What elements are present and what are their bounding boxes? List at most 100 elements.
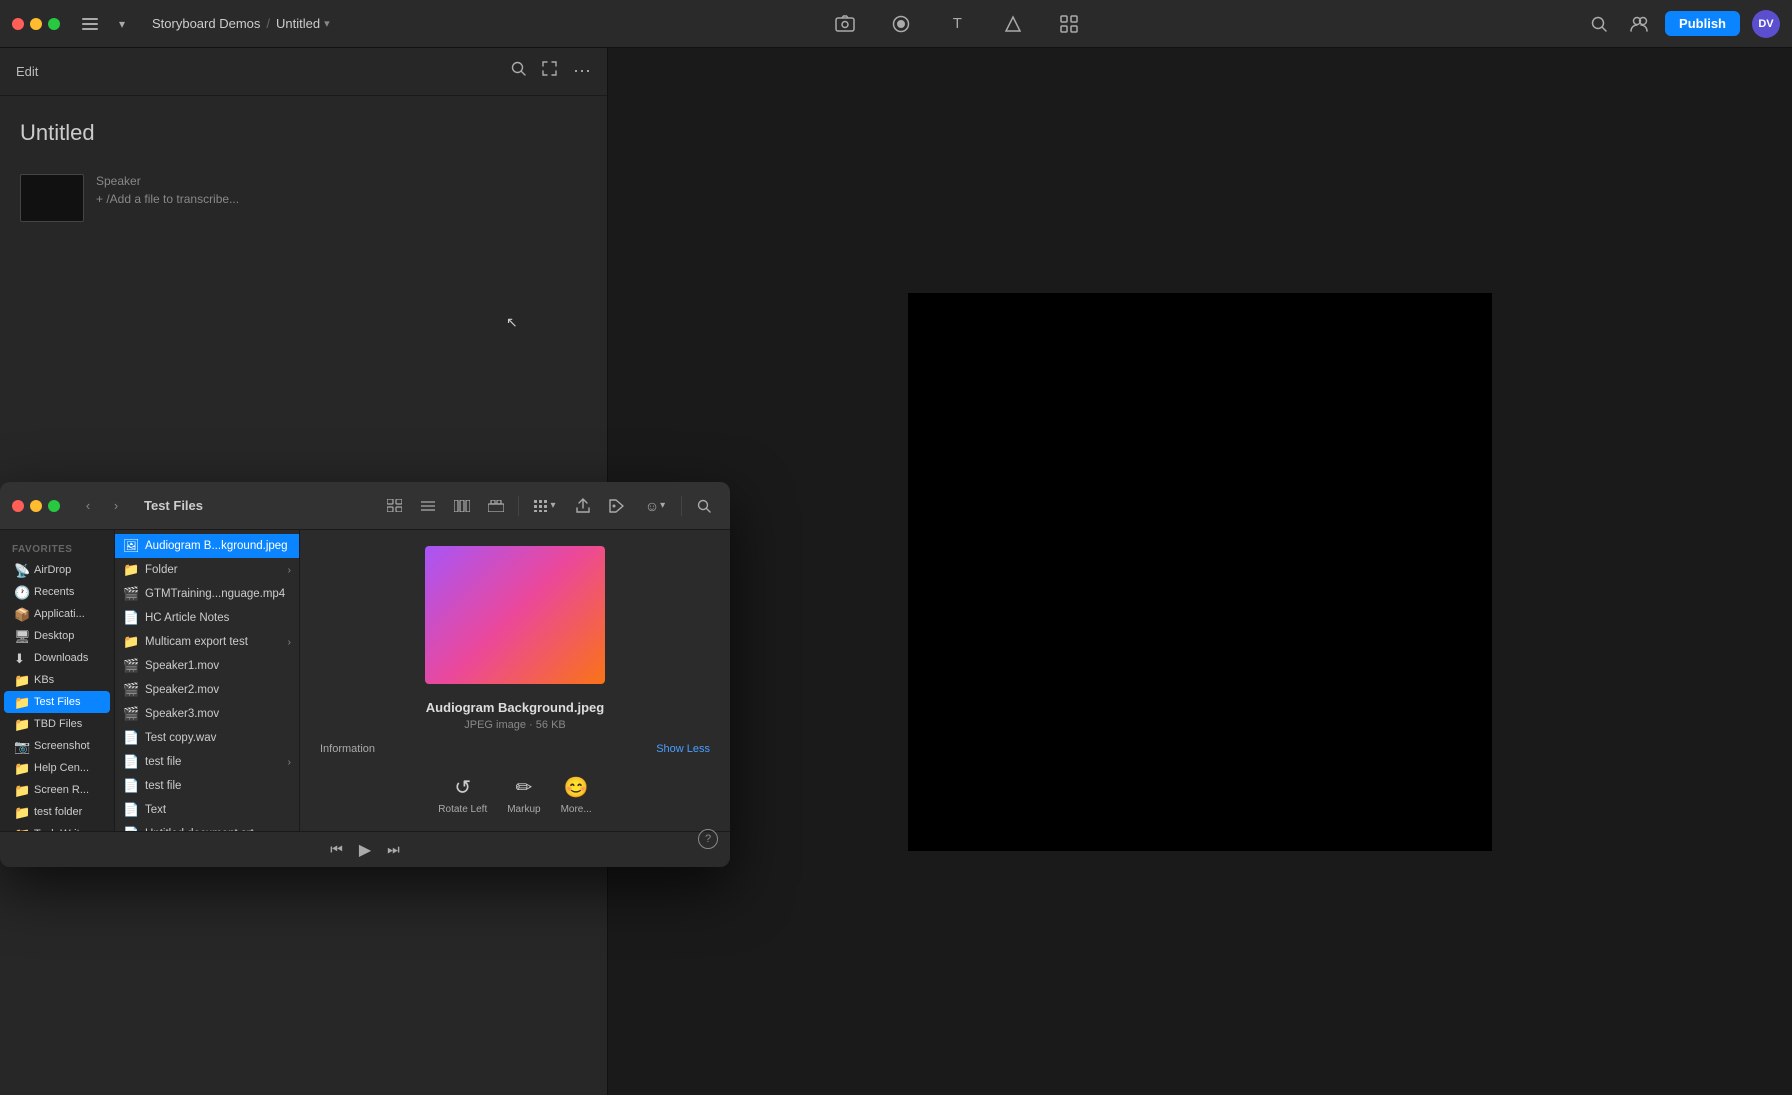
search-icon[interactable] [1585, 10, 1613, 38]
people-icon[interactable] [1625, 10, 1653, 38]
sidebar-item-recents[interactable]: 🕐Recents [4, 581, 110, 603]
sidebar-label-screenshot: Screenshot [34, 740, 90, 752]
help-icon[interactable]: ? [698, 829, 718, 831]
screenshot-icon: 📷 [14, 739, 28, 753]
record-icon[interactable] [885, 8, 917, 40]
finder-minimize-button[interactable] [30, 500, 42, 512]
finder-quick-actions-dropdown[interactable]: ☺ ▾ [637, 492, 673, 520]
speaker1-file-icon: 🎬 [123, 658, 139, 674]
playback-prev-button[interactable]: ⏮ [330, 841, 343, 858]
file-item-test-file2[interactable]: 📄 test file [115, 774, 299, 798]
finder-traffic-lights [12, 500, 60, 512]
downloads-icon: ⬇ [14, 651, 28, 665]
preview-actions-container: ↺Rotate Left ✏Markup 😊More... [438, 775, 591, 815]
file-item-gtm[interactable]: 🎬GTMTraining...nguage.mp4 [115, 582, 299, 606]
finder-fullscreen-button[interactable] [48, 500, 60, 512]
editor-more-icon[interactable]: ⋯ [573, 61, 591, 82]
finder-icon-view-button[interactable] [380, 492, 408, 520]
file-item-text[interactable]: 📄Text [115, 798, 299, 822]
finder-close-button[interactable] [12, 500, 24, 512]
file-item-speaker1[interactable]: 🎬Speaker1.mov [115, 654, 299, 678]
preview-filename: Audiogram Background.jpeg [426, 700, 604, 715]
chevron-down-icon[interactable]: ▾ [108, 10, 136, 38]
text-icon[interactable]: T [941, 8, 973, 40]
kbs-icon: 📁 [14, 673, 28, 687]
finder-list-view-button[interactable] [414, 492, 442, 520]
sidebar-item-screenshot[interactable]: 📷 Screenshot [4, 735, 110, 757]
finder-preview: Audiogram Background.jpeg JPEG image · 5… [300, 530, 730, 831]
playback-play-button[interactable]: ▶ [359, 840, 371, 860]
sidebar-item-airdrop[interactable]: 📡AirDrop [4, 559, 110, 581]
topbar-center-tools: T [338, 8, 1577, 40]
more-label: More... [561, 804, 592, 815]
file-label-folder: Folder [145, 564, 178, 576]
file-item-untitled-srt[interactable]: 📄Untitled document.srt [115, 822, 299, 831]
preview-action-rotate-left[interactable]: ↺Rotate Left [438, 775, 487, 815]
finder-actions-dropdown[interactable]: ▾ [527, 492, 563, 520]
file-item-speaker2[interactable]: 🎬Speaker2.mov [115, 678, 299, 702]
finder-tag-button[interactable] [603, 492, 631, 520]
sidebar-item-screen-r[interactable]: 📁Screen R... [4, 779, 110, 801]
sidebar-item-downloads[interactable]: ⬇Downloads [4, 647, 110, 669]
applications-icon: 📦 [14, 607, 28, 621]
grid-icon[interactable] [1053, 8, 1085, 40]
speaker-label: Speaker [96, 174, 239, 188]
preview-action-markup[interactable]: ✏Markup [507, 775, 540, 815]
editor-search-icon[interactable] [511, 61, 526, 82]
test-file2-file-icon: 📄 [123, 778, 139, 794]
sidebar-toggle-icon[interactable] [76, 10, 104, 38]
test-file-file-icon: 📄 [123, 754, 139, 770]
shape-icon[interactable] [997, 8, 1029, 40]
rotate-left-label: Rotate Left [438, 804, 487, 815]
publish-button[interactable]: Publish [1665, 11, 1740, 36]
sidebar-item-tbd-files[interactable]: 📁TBD Files [4, 713, 110, 735]
file-item-test-copy-wav[interactable]: 📄Test copy.wav [115, 726, 299, 750]
speaker-info: Speaker + /Add a file to transcribe... [96, 174, 239, 206]
sidebar-items-container: 📡AirDrop🕐Recents 📦 Applicati... 🖥Desktop⬇Do… [0, 559, 114, 831]
file-label-test-file2: test file [145, 780, 181, 792]
file-item-folder[interactable]: 📁Folder› [115, 558, 299, 582]
finder-share-button[interactable] [569, 492, 597, 520]
breadcrumb-parent[interactable]: Storyboard Demos [152, 16, 260, 31]
finder-forward-button[interactable]: › [104, 494, 128, 518]
show-less-button[interactable]: Show Less [656, 743, 710, 755]
sidebar-item-test-files[interactable]: 📁Test Files [4, 691, 110, 713]
minimize-button[interactable] [30, 18, 42, 30]
preview-info-row: Information Show Less [316, 743, 714, 755]
capture-icon[interactable] [829, 8, 861, 40]
filelist-container: 🖼Audiogram B...kground.jpeg📁Folder›🎬GTMT… [115, 534, 299, 831]
finder-back-button[interactable]: ‹ [76, 494, 100, 518]
help-button[interactable]: ? [698, 829, 718, 831]
file-item-audiogram[interactable]: 🖼Audiogram B...kground.jpeg [115, 534, 299, 558]
file-item-speaker3[interactable]: 🎬Speaker3.mov [115, 702, 299, 726]
sidebar-item-desktop[interactable]: 🖥Desktop [4, 625, 110, 647]
add-file-label[interactable]: + /Add a file to transcribe... [96, 192, 239, 206]
file-label-test-file: test file [145, 756, 181, 768]
finder-search-button[interactable] [690, 492, 718, 520]
finder-gallery-view-button[interactable] [482, 492, 510, 520]
topbar: ▾ Storyboard Demos / Untitled ▾ T [0, 0, 1792, 48]
editor-expand-icon[interactable] [542, 61, 557, 82]
sidebar-item-applications[interactable]: 📦 Applicati... [4, 603, 110, 625]
recents-icon: 🕐 [14, 585, 28, 599]
sidebar-item-test-folder[interactable]: 📁test folder [4, 801, 110, 823]
file-item-hc-article[interactable]: 📄HC Article Notes [115, 606, 299, 630]
file-item-test-file[interactable]: 📄test file› [115, 750, 299, 774]
avatar: DV [1752, 10, 1780, 38]
preview-action-more[interactable]: 😊More... [561, 775, 592, 815]
sidebar-label-applications: Applicati... [34, 608, 85, 620]
finder-bottombar: ⏮ ▶ ⏭ [0, 831, 730, 867]
finder-column-view-button[interactable] [448, 492, 476, 520]
file-item-multicam[interactable]: 📁Multicam export test› [115, 630, 299, 654]
close-button[interactable] [12, 18, 24, 30]
breadcrumb-current[interactable]: Untitled ▾ [276, 16, 330, 31]
sidebar-item-help-center[interactable]: 📁Help Cen... [4, 757, 110, 779]
sidebar-item-tech-write[interactable]: 📁Tech Writ... [4, 823, 110, 831]
playback-next-button[interactable]: ⏭ [387, 841, 400, 858]
fullscreen-button[interactable] [48, 18, 60, 30]
sidebar-label-airdrop: AirDrop [34, 564, 71, 576]
screen-r-icon: 📁 [14, 783, 28, 797]
sidebar-item-kbs[interactable]: 📁KBs [4, 669, 110, 691]
speaker3-file-icon: 🎬 [123, 706, 139, 722]
breadcrumb-chevron: ▾ [324, 17, 330, 30]
